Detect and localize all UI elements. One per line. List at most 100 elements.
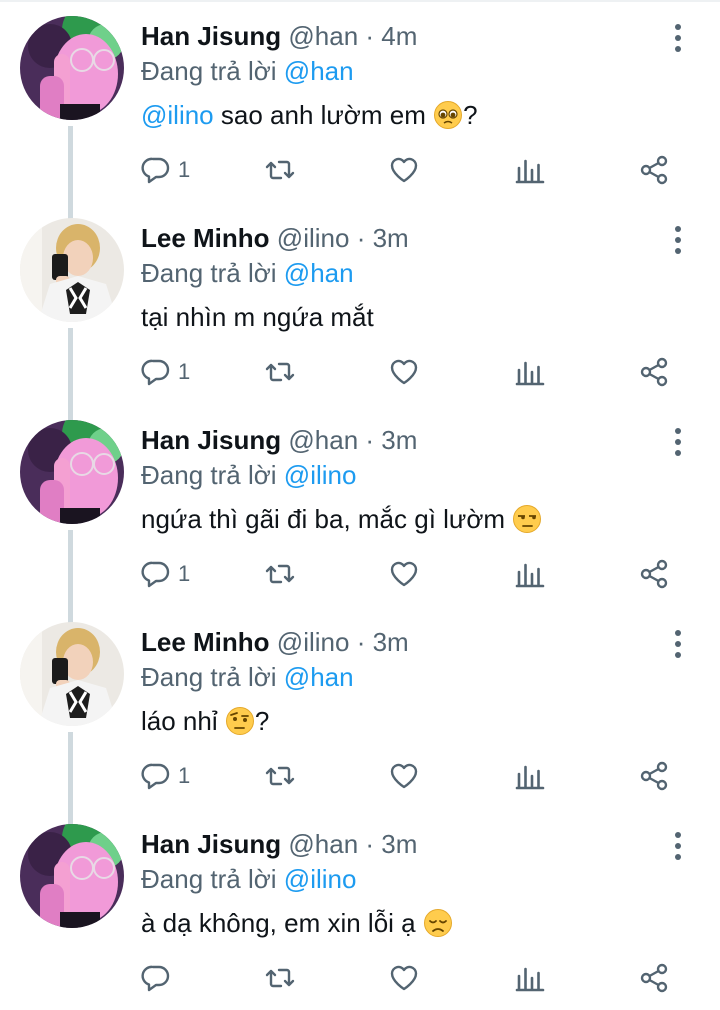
share-button[interactable] (638, 352, 670, 392)
views-button[interactable] (514, 352, 546, 392)
views-icon (515, 159, 545, 184)
tweet-text: láo nhỉ ? (141, 702, 661, 740)
avatar[interactable] (20, 420, 124, 524)
author-name[interactable]: Lee Minho (141, 627, 270, 657)
like-button[interactable] (388, 756, 420, 796)
replying-to: Đang trả lời @ilino (141, 862, 661, 896)
like-button[interactable] (388, 958, 420, 998)
author-name[interactable]: Han Jisung (141, 829, 281, 859)
timestamp[interactable]: · 4m (365, 21, 417, 51)
replying-mention[interactable]: @han (284, 258, 354, 288)
like-button[interactable] (388, 352, 420, 392)
retweet-button[interactable] (264, 554, 296, 594)
reply-button[interactable]: 1 (140, 554, 190, 594)
author-name[interactable]: Han Jisung (141, 21, 281, 51)
replying-label: Đang trả lời (141, 258, 277, 288)
retweet-button[interactable] (264, 958, 296, 998)
tweet[interactable]: Lee Minho @ilino · 3m Đang trả lời @han … (0, 202, 720, 404)
text-mention[interactable]: @ilino (141, 100, 214, 130)
share-button[interactable] (638, 756, 670, 796)
text-suffix: ? (463, 100, 478, 130)
author-handle[interactable]: @ilino (277, 223, 350, 253)
tweet[interactable]: Han Jisung @han · 3m Đang trả lời @ilino… (0, 404, 720, 606)
retweet-icon (265, 766, 295, 786)
action-bar: 1 (0, 352, 720, 392)
tweet-text: @ilino sao anh lườm em ? (141, 96, 661, 134)
views-icon (515, 563, 545, 588)
author-name[interactable]: Lee Minho (141, 223, 270, 253)
reply-icon (141, 763, 170, 790)
replying-mention[interactable]: @ilino (284, 460, 357, 490)
timestamp[interactable]: · 3m (365, 829, 417, 859)
retweet-icon (265, 564, 295, 584)
avatar[interactable] (20, 824, 124, 928)
author-handle[interactable]: @han (288, 829, 358, 859)
reply-button[interactable]: 1 (140, 352, 190, 392)
heart-icon (390, 763, 418, 789)
views-button[interactable] (514, 756, 546, 796)
action-bar: 1 (0, 150, 720, 190)
like-button[interactable] (388, 554, 420, 594)
replying-to: Đang trả lời @han (141, 54, 661, 88)
reply-count: 1 (178, 763, 191, 788)
avatar[interactable] (20, 16, 124, 120)
reply-count: 1 (178, 359, 191, 384)
reply-count: 1 (178, 157, 191, 182)
share-icon (640, 155, 668, 185)
replying-mention[interactable]: @ilino (284, 864, 357, 894)
reply-count: 1 (178, 561, 191, 586)
share-button[interactable] (638, 554, 670, 594)
timestamp[interactable]: · 3m (357, 223, 409, 253)
text-suffix: ? (254, 706, 270, 736)
more-icon[interactable] (668, 22, 688, 54)
action-bar: 1 (0, 756, 720, 796)
author-handle[interactable]: @ilino (277, 627, 350, 657)
heart-icon (390, 157, 418, 183)
author-name[interactable]: Han Jisung (141, 425, 281, 455)
share-icon (640, 761, 668, 791)
action-bar (0, 958, 720, 998)
reply-button[interactable]: 1 (140, 756, 190, 796)
retweet-button[interactable] (264, 352, 296, 392)
action-bar: 1 (0, 554, 720, 594)
author-handle[interactable]: @han (288, 21, 358, 51)
replying-mention[interactable]: @han (284, 662, 354, 692)
replying-label: Đang trả lời (141, 460, 277, 490)
reply-button[interactable]: 1 (140, 150, 190, 190)
replying-to: Đang trả lời @han (141, 256, 661, 290)
views-button[interactable] (514, 150, 546, 190)
views-icon (515, 361, 545, 386)
share-icon (640, 963, 668, 993)
tweet[interactable]: Lee Minho @ilino · 3m Đang trả lời @han … (0, 606, 720, 808)
more-icon[interactable] (668, 628, 688, 660)
reply-button[interactable] (140, 958, 178, 998)
more-icon[interactable] (668, 426, 688, 458)
author-handle[interactable]: @han (288, 425, 358, 455)
avatar[interactable] (20, 218, 124, 322)
replying-mention[interactable]: @han (284, 56, 354, 86)
retweet-button[interactable] (264, 756, 296, 796)
reply-icon (141, 359, 170, 386)
tweet[interactable]: Han Jisung @han · 4m Đang trả lời @han @… (0, 0, 720, 202)
share-icon (640, 357, 668, 387)
replying-label: Đang trả lời (141, 662, 277, 692)
share-button[interactable] (638, 150, 670, 190)
more-icon[interactable] (668, 830, 688, 862)
heart-icon (390, 965, 418, 991)
views-button[interactable] (514, 958, 546, 998)
views-icon (515, 967, 545, 992)
more-icon[interactable] (668, 224, 688, 256)
retweet-button[interactable] (264, 150, 296, 190)
timestamp[interactable]: · 3m (365, 425, 417, 455)
views-button[interactable] (514, 554, 546, 594)
replying-label: Đang trả lời (141, 56, 277, 86)
tweet[interactable]: Han Jisung @han · 3m Đang trả lời @ilino… (0, 808, 720, 1010)
timestamp[interactable]: · 3m (357, 627, 409, 657)
views-icon (515, 765, 545, 790)
reply-icon (141, 561, 170, 588)
avatar[interactable] (20, 622, 124, 726)
raised-eyebrow-face-emoji (225, 707, 254, 735)
replying-to: Đang trả lời @han (141, 660, 661, 694)
like-button[interactable] (388, 150, 420, 190)
share-button[interactable] (638, 958, 670, 998)
